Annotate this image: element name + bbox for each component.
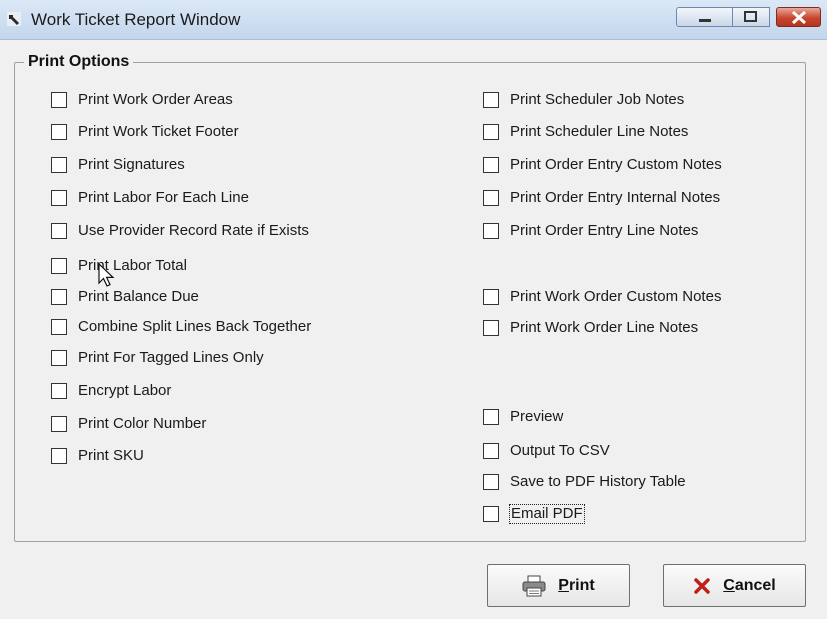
checkbox[interactable] (483, 124, 499, 140)
option-print-order-entry-line-notes[interactable]: Print Order Entry Line Notes (483, 221, 698, 241)
option-print-balance-due[interactable]: Print Balance Due (51, 287, 199, 307)
checkbox[interactable] (51, 157, 67, 173)
option-print-scheduler-line-notes[interactable]: Print Scheduler Line Notes (483, 122, 688, 142)
checkbox[interactable] (483, 474, 499, 490)
window-title: Work Ticket Report Window (31, 10, 241, 29)
option-output-to-csv[interactable]: Output To CSV (483, 441, 610, 461)
checkbox[interactable] (483, 92, 499, 108)
cancel-button-label: Cancel (723, 576, 776, 594)
checkbox[interactable] (483, 320, 499, 336)
checkbox[interactable] (51, 383, 67, 399)
checkbox[interactable] (51, 448, 67, 464)
checkbox[interactable] (51, 289, 67, 305)
checkbox[interactable] (483, 506, 499, 522)
option-use-provider-record-rate[interactable]: Use Provider Record Rate if Exists (51, 221, 309, 241)
option-combine-split-lines[interactable]: Combine Split Lines Back Together (51, 317, 311, 337)
mouse-cursor-icon (98, 263, 115, 287)
checkbox[interactable] (483, 289, 499, 305)
option-print-scheduler-job-notes[interactable]: Print Scheduler Job Notes (483, 90, 684, 110)
checkbox[interactable] (51, 416, 67, 432)
print-button[interactable]: Print (487, 564, 630, 607)
option-print-work-order-line-notes[interactable]: Print Work Order Line Notes (483, 318, 698, 338)
option-print-work-order-custom-notes[interactable]: Print Work Order Custom Notes (483, 287, 721, 307)
checkbox[interactable] (51, 319, 67, 335)
option-print-color-number[interactable]: Print Color Number (51, 414, 206, 434)
checkbox[interactable] (483, 157, 499, 173)
option-print-labor-for-each-line[interactable]: Print Labor For Each Line (51, 188, 249, 208)
print-options-legend: Print Options (24, 53, 134, 71)
checkbox[interactable] (51, 350, 67, 366)
close-button[interactable] (776, 7, 821, 27)
checkbox[interactable] (51, 124, 67, 140)
close-icon (791, 10, 807, 25)
option-save-to-pdf-history-table[interactable]: Save to PDF History Table (483, 472, 686, 492)
maximize-icon (744, 11, 757, 22)
checkbox[interactable] (483, 443, 499, 459)
option-preview[interactable]: Preview (483, 407, 563, 427)
option-print-order-entry-internal-notes[interactable]: Print Order Entry Internal Notes (483, 188, 720, 208)
checkbox[interactable] (51, 223, 67, 239)
checkbox[interactable] (483, 409, 499, 425)
minimize-icon (699, 19, 711, 22)
checkbox[interactable] (51, 190, 67, 206)
option-email-pdf[interactable]: Email PDF (483, 504, 585, 524)
option-print-order-entry-custom-notes[interactable]: Print Order Entry Custom Notes (483, 155, 722, 175)
option-print-labor-total[interactable]: Print Labor Total (51, 256, 187, 276)
cancel-button[interactable]: Cancel (663, 564, 806, 607)
option-print-work-order-areas[interactable]: Print Work Order Areas (51, 90, 233, 110)
wrench-icon[interactable] (7, 12, 21, 26)
print-button-label: Print (558, 576, 595, 594)
checkbox[interactable] (51, 258, 67, 274)
option-print-signatures[interactable]: Print Signatures (51, 155, 185, 175)
option-encrypt-labor[interactable]: Encrypt Labor (51, 381, 171, 401)
option-print-sku[interactable]: Print SKU (51, 446, 144, 466)
checkbox[interactable] (51, 92, 67, 108)
printer-icon (522, 575, 546, 597)
title-bar[interactable]: Work Ticket Report Window (0, 0, 827, 40)
red-x-icon (693, 577, 711, 595)
option-print-work-ticket-footer[interactable]: Print Work Ticket Footer (51, 122, 239, 142)
checkbox[interactable] (483, 190, 499, 206)
maximize-button[interactable] (733, 7, 770, 27)
option-print-for-tagged-lines-only[interactable]: Print For Tagged Lines Only (51, 348, 264, 368)
minimize-button[interactable] (676, 7, 733, 27)
checkbox[interactable] (483, 223, 499, 239)
